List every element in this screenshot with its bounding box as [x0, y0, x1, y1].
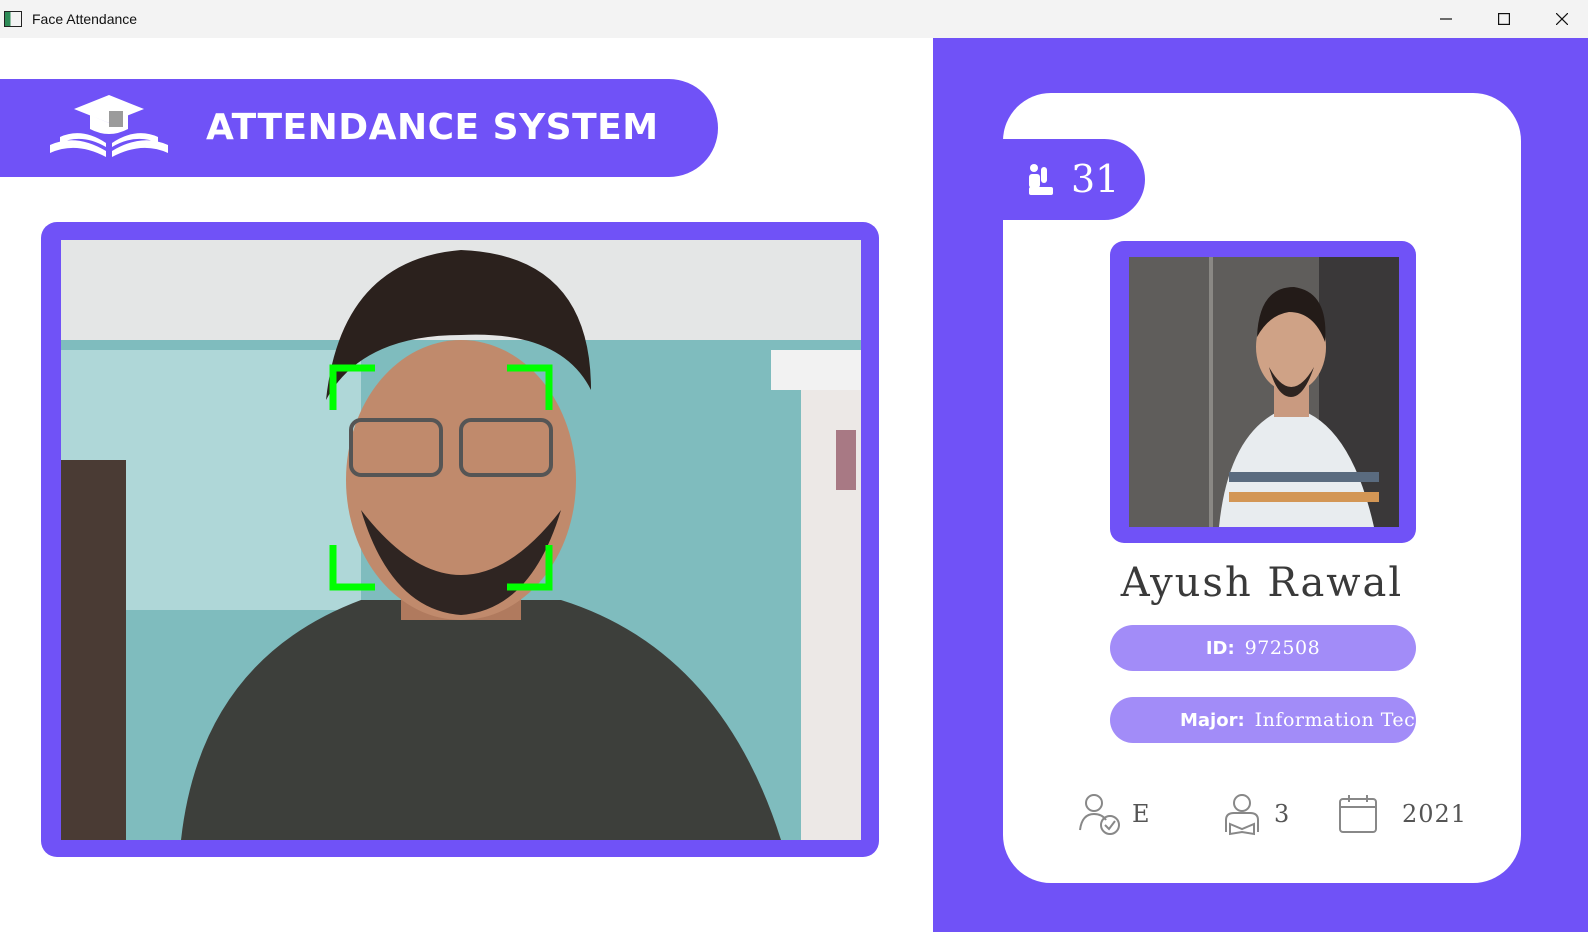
id-label: ID: — [1205, 637, 1235, 659]
maximize-icon — [1498, 13, 1510, 25]
minimize-icon — [1440, 18, 1452, 20]
starting-year-value: 2021 — [1402, 800, 1468, 828]
starting-year-stat: 2021 — [1336, 792, 1467, 836]
banner-title: ATTENDANCE SYSTEM — [206, 107, 659, 148]
camera-image — [61, 240, 861, 840]
student-photo-frame — [1110, 241, 1416, 543]
standing-stat: E — [1078, 792, 1150, 836]
major-label: Major: — [1180, 709, 1245, 731]
header-banner: ATTENDANCE SYSTEM — [0, 79, 718, 177]
attendance-count-badge: 31 — [1003, 139, 1145, 220]
raised-hand-icon — [1029, 164, 1053, 195]
window-titlebar: Face Attendance — [0, 0, 1588, 38]
student-name: Ayush Rawal — [1120, 560, 1404, 606]
graduation-book-icon — [50, 95, 168, 157]
attendance-count: 31 — [1071, 157, 1120, 201]
student-major-pill: Major: Information Technology — [1110, 697, 1416, 743]
student-photo — [1129, 257, 1399, 527]
id-value: 972508 — [1244, 637, 1321, 659]
student-id-pill: ID: 972508 — [1110, 625, 1416, 671]
minimize-button[interactable] — [1417, 0, 1475, 38]
year-value: 3 — [1274, 800, 1290, 828]
user-check-icon — [1079, 794, 1120, 835]
close-button[interactable] — [1533, 0, 1588, 38]
major-value: Information Technology — [1254, 709, 1416, 731]
maximize-button[interactable] — [1475, 0, 1533, 38]
standing-value: E — [1132, 800, 1150, 828]
calendar-icon — [1339, 795, 1377, 833]
student-reading-icon — [1225, 794, 1259, 836]
camera-feed — [61, 240, 861, 840]
window-title: Face Attendance — [32, 11, 138, 27]
close-icon — [1556, 13, 1568, 25]
app-icon — [4, 11, 22, 27]
camera-frame — [41, 222, 879, 857]
year-stat: 3 — [1220, 792, 1289, 836]
